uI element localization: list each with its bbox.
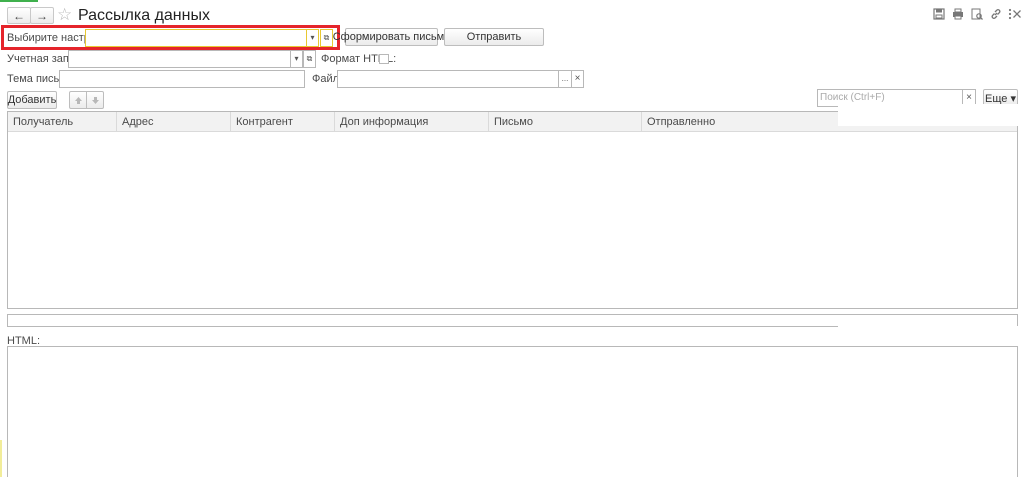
arrow-right-icon: →	[36, 8, 48, 23]
add-button[interactable]: Добавить	[7, 91, 57, 109]
save-icon[interactable]	[932, 7, 946, 21]
open-icon: ⧉	[323, 33, 330, 42]
account-dropdown-button[interactable]: ▾	[290, 50, 303, 68]
back-button[interactable]: ←	[7, 7, 31, 24]
column-header-counterparty[interactable]: Контрагент	[231, 112, 335, 132]
column-header-address[interactable]: Адрес	[117, 112, 231, 132]
column-header-letter[interactable]: Письмо	[489, 112, 642, 132]
move-down-button[interactable]	[86, 91, 104, 109]
favorite-star-icon[interactable]: ☆	[57, 6, 72, 23]
file-clear-button[interactable]: ×	[571, 70, 584, 88]
window-left-accent	[0, 440, 2, 477]
link-icon[interactable]	[989, 7, 1003, 21]
column-header-extra-info[interactable]: Доп информация	[335, 112, 489, 132]
column-header-recipient[interactable]: Получатель	[8, 112, 117, 132]
move-up-button[interactable]	[69, 91, 87, 109]
arrow-left-icon: ←	[13, 8, 25, 23]
screenshot-cutout	[838, 104, 1024, 126]
account-field[interactable]	[68, 50, 291, 68]
forward-button[interactable]: →	[30, 7, 54, 24]
preview-icon[interactable]	[970, 7, 984, 21]
send-button[interactable]: Отправить	[444, 28, 544, 46]
account-open-button[interactable]: ⧉	[303, 50, 316, 68]
arrow-up-icon	[74, 96, 82, 104]
dropdown-arrow-icon: ▾	[310, 33, 315, 42]
generate-letters-button[interactable]: Сформировать письма	[333, 28, 450, 46]
settings-open-button[interactable]: ⧉	[320, 29, 333, 47]
open-icon: ⧉	[306, 54, 313, 63]
arrow-down-icon	[91, 96, 99, 104]
settings-dropdown-button[interactable]: ▾	[306, 29, 319, 47]
subject-field[interactable]	[59, 70, 305, 88]
file-browse-button[interactable]: ...	[558, 70, 572, 88]
window-accent-line	[0, 0, 38, 2]
dropdown-arrow-icon: ▾	[294, 54, 299, 63]
screenshot-cutout	[838, 326, 1024, 340]
column-header-sent[interactable]: Отправленно	[642, 112, 839, 132]
file-field[interactable]	[337, 70, 559, 88]
page-title: Рассылка данных	[78, 7, 210, 24]
print-icon[interactable]	[951, 7, 965, 21]
settings-field[interactable]	[85, 29, 307, 47]
html-content-area[interactable]	[7, 346, 1018, 477]
close-icon[interactable]	[1010, 7, 1024, 21]
html-format-checkbox[interactable]	[379, 54, 389, 64]
recipients-table[interactable]: Получатель Адрес Контрагент Доп информац…	[7, 111, 1018, 309]
